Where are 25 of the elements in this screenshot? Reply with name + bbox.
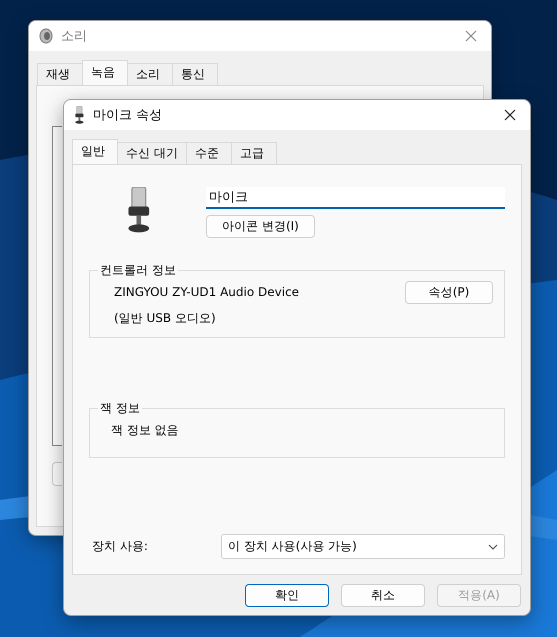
- tab[interactable]: 일반: [72, 139, 118, 164]
- jack-info: 잭 정보 없음: [111, 422, 179, 438]
- close-icon: [504, 109, 516, 121]
- tab[interactable]: 재생: [37, 63, 83, 85]
- dialog-button[interactable]: 취소: [341, 584, 425, 606]
- tab[interactable]: 통신: [172, 63, 218, 85]
- button[interactable]: [52, 462, 62, 486]
- dialog-button[interactable]: 확인: [245, 584, 329, 606]
- chevron-down-icon: [488, 544, 498, 550]
- usage-label: 장치 사용:: [91, 538, 149, 555]
- change-icon-button[interactable]: 아이콘 변경(I): [206, 215, 315, 238]
- group-heading: 컨트롤러 정보: [99, 262, 177, 279]
- window-title: 소리: [61, 28, 88, 45]
- microphone-icon: [74, 106, 85, 124]
- group-heading: 잭 정보: [99, 400, 141, 417]
- device-name: ZINGYOU ZY-UD1 Audio Device: [114, 285, 300, 299]
- close-icon: [465, 30, 477, 42]
- name-field[interactable]: 마이크: [206, 187, 505, 209]
- usage-dropdown[interactable]: 이 장치 사용(사용 가능): [221, 534, 505, 559]
- tab[interactable]: 녹음: [82, 60, 128, 85]
- device-type: (일반 USB 오디오): [114, 310, 216, 326]
- window-title: 마이크 속성: [92, 107, 163, 124]
- speaker-icon: [39, 28, 53, 44]
- properties-button[interactable]: 속성(P): [405, 280, 493, 304]
- tab[interactable]: 고급: [230, 142, 277, 164]
